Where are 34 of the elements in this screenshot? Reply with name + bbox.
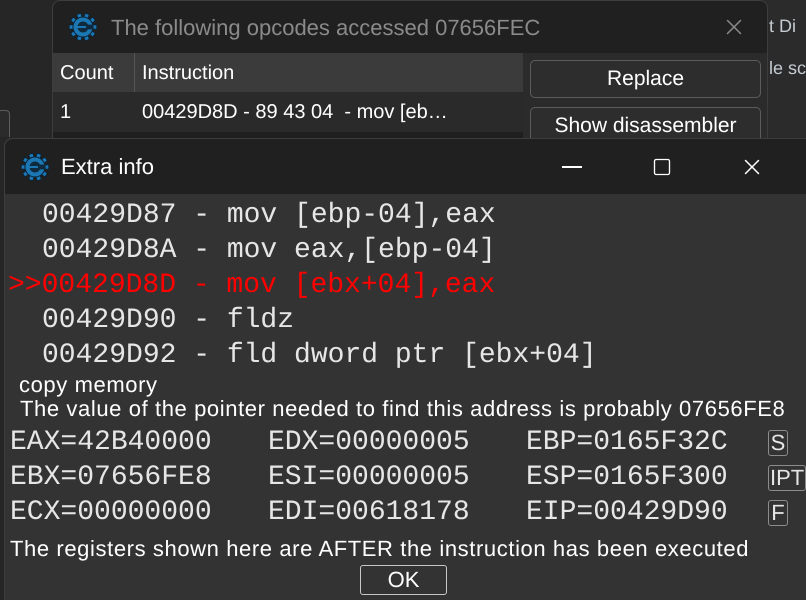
register-value: EDI=00618178 <box>268 496 471 530</box>
code-line: >>00429D8D - mov [ebx+04],eax <box>8 269 496 303</box>
maximize-icon <box>652 156 672 176</box>
flag-button[interactable]: IPT <box>768 464 806 490</box>
registers-note: The registers shown here are AFTER the instruction has been executed <box>10 537 750 561</box>
window-title: The following opcodes accessed 07656FEC <box>111 14 540 42</box>
flag-button[interactable]: F <box>768 500 788 526</box>
register-value: EBX=07656FE8 <box>10 461 213 495</box>
table-row[interactable]: 1 00429D8D - 89 43 04 - mov [eb… <box>53 92 523 132</box>
register-value: EAX=42B40000 <box>10 426 213 460</box>
ok-button[interactable]: OK <box>360 565 447 595</box>
register-value: EDX=00000005 <box>268 426 471 460</box>
background-text: t Di <box>769 15 797 38</box>
code-line: 00429D92 - fld dword ptr [ebx+04] <box>42 339 596 373</box>
gear-logo-icon <box>20 152 50 182</box>
code-line: 00429D87 - mov [ebp-04],eax <box>42 199 496 233</box>
pointer-note: The value of the pointer needed to find this address is probably 07656FE8 <box>20 397 786 421</box>
copy-memory-link[interactable]: copy memory <box>19 373 158 397</box>
register-value: ESI=00000005 <box>268 461 471 495</box>
code-line: 00429D8A - mov eax,[ebp-04] <box>42 234 496 268</box>
dialog-button[interactable]: Replace <box>530 60 761 98</box>
register-value: ESP=0165F300 <box>526 461 729 495</box>
register-value: ECX=00000000 <box>10 496 213 530</box>
register-value: EBP=0165F32C <box>526 426 729 460</box>
table-cell-text: 00429D8D - 89 43 04 - mov [eb… <box>141 100 449 125</box>
gear-logo-icon <box>68 12 98 42</box>
minimize-icon <box>562 166 582 168</box>
flag-button[interactable]: S <box>768 430 788 456</box>
code-line: 00429D90 - fldz <box>42 304 294 338</box>
column-header[interactable]: Instruction <box>135 53 523 92</box>
register-value: EIP=00429D90 <box>526 496 729 530</box>
window-title: Extra info <box>61 153 154 181</box>
background-text: le sc <box>769 57 806 80</box>
table-cell-text: 1 <box>59 100 72 125</box>
